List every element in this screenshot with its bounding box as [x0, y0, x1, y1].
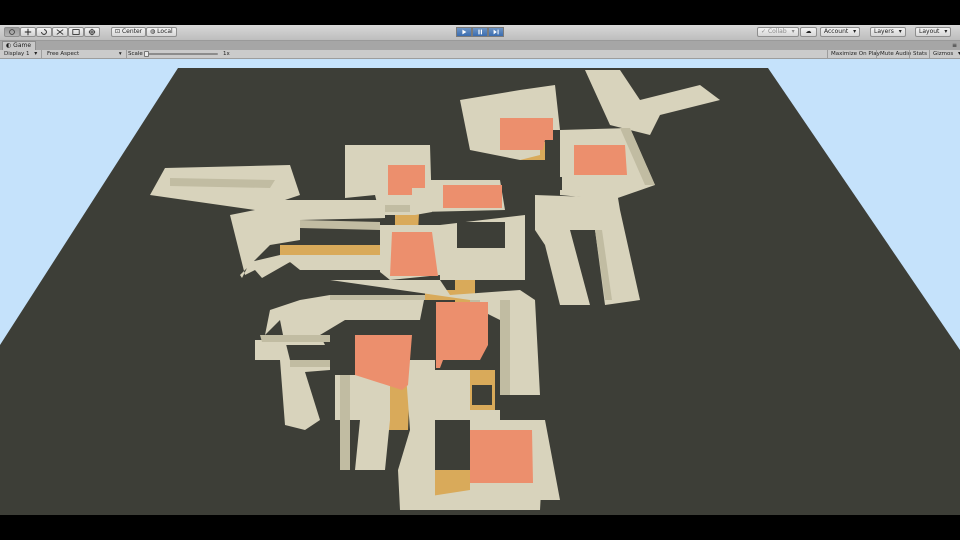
scale-tool-button[interactable]: [52, 27, 68, 37]
maximize-on-play-toggle[interactable]: Maximize On Play: [827, 50, 883, 58]
collab-dropdown[interactable]: ✓ Collab: [757, 27, 799, 37]
game-tab-icon: ◐: [6, 42, 12, 49]
account-dropdown[interactable]: Account: [820, 27, 861, 37]
maximize-on-play-label: Maximize On Play: [831, 51, 880, 57]
rotate-icon: [41, 29, 47, 35]
aspect-label: Free Aspect: [47, 51, 80, 57]
collab-label: Collab: [767, 28, 787, 35]
room-floor: [574, 145, 627, 175]
layout-label: Layout: [919, 28, 940, 35]
move-tool-button[interactable]: [20, 27, 36, 37]
scale-value: 1x: [223, 51, 230, 57]
space-label: Local: [157, 28, 173, 35]
game-tab-label: Game: [13, 42, 32, 49]
pivot-toggle[interactable]: ⊡ Center: [111, 27, 147, 37]
room-floor: [443, 185, 502, 208]
game-view-bar: Display 1 Free Aspect ▾ Scale 1x Maximiz…: [0, 50, 960, 59]
space-toggle[interactable]: ◍ Local: [146, 27, 177, 37]
room-floor: [390, 232, 438, 276]
stats-toggle[interactable]: Stats: [909, 50, 930, 58]
display-dropdown[interactable]: Display 1: [4, 50, 43, 58]
wall-side: [290, 360, 330, 367]
tab-menu-icon[interactable]: ≡: [952, 41, 957, 50]
chevron-down-icon: ▾: [118, 51, 122, 57]
layers-dropdown[interactable]: Layers: [870, 27, 906, 37]
aspect-dropdown[interactable]: Free Aspect ▾: [47, 50, 127, 58]
unity-editor-window: ⊡ Center ◍ Local ✓ Collab ☁ Account Laye…: [0, 25, 960, 515]
play-icon: [462, 29, 467, 35]
tab-bar: ◐ Game ≡: [0, 41, 960, 50]
game-viewport[interactable]: [0, 59, 960, 515]
stats-label: Stats: [913, 51, 928, 57]
scale-slider-thumb[interactable]: [144, 51, 149, 57]
wall-side: [330, 295, 425, 300]
rotate-tool-button[interactable]: [36, 27, 52, 37]
display-label: Display 1: [4, 51, 30, 57]
transform-tool-button[interactable]: [84, 27, 100, 37]
cloud-icon: ☁: [805, 28, 812, 35]
wall-side: [385, 205, 410, 212]
scale-slider-track[interactable]: [146, 53, 218, 55]
step-icon: [493, 29, 499, 35]
tab-game[interactable]: ◐ Game: [2, 41, 36, 50]
pause-icon: [478, 29, 482, 35]
mute-audio-label: Mute Audio: [880, 51, 912, 57]
room-floor: [470, 430, 533, 483]
gizmos-label: Gizmos: [933, 51, 954, 57]
play-button[interactable]: [456, 27, 472, 37]
hand-icon: [9, 29, 15, 35]
scale-icon: [56, 29, 64, 35]
pivot-label: Center: [121, 28, 143, 35]
globe-icon: ◍: [150, 28, 156, 35]
collab-icon: ✓: [761, 28, 767, 35]
move-icon: [24, 28, 32, 36]
floor-gap: [457, 222, 505, 248]
pause-button[interactable]: [472, 27, 488, 37]
main-toolbar: ⊡ Center ◍ Local ✓ Collab ☁ Account Laye…: [0, 25, 960, 41]
floor-gap: [547, 177, 562, 190]
layers-label: Layers: [874, 28, 894, 35]
account-label: Account: [824, 28, 849, 35]
wall-side: [340, 375, 350, 470]
wall-side: [260, 335, 330, 342]
gizmos-dropdown[interactable]: Gizmos: [929, 50, 960, 58]
transform-icon: [88, 28, 96, 36]
rect-icon: [72, 29, 80, 35]
floor-gap: [472, 385, 492, 405]
step-button[interactable]: [488, 27, 504, 37]
rect-tool-button[interactable]: [68, 27, 84, 37]
pivot-icon: ⊡: [115, 28, 121, 35]
dungeon-scene: [0, 68, 960, 515]
scale-label: Scale: [128, 51, 143, 57]
room-floor: [436, 302, 488, 368]
wall-side: [500, 300, 510, 395]
cloud-button[interactable]: ☁: [800, 27, 817, 37]
hand-tool-button[interactable]: [4, 27, 20, 37]
layout-dropdown[interactable]: Layout: [915, 27, 952, 37]
